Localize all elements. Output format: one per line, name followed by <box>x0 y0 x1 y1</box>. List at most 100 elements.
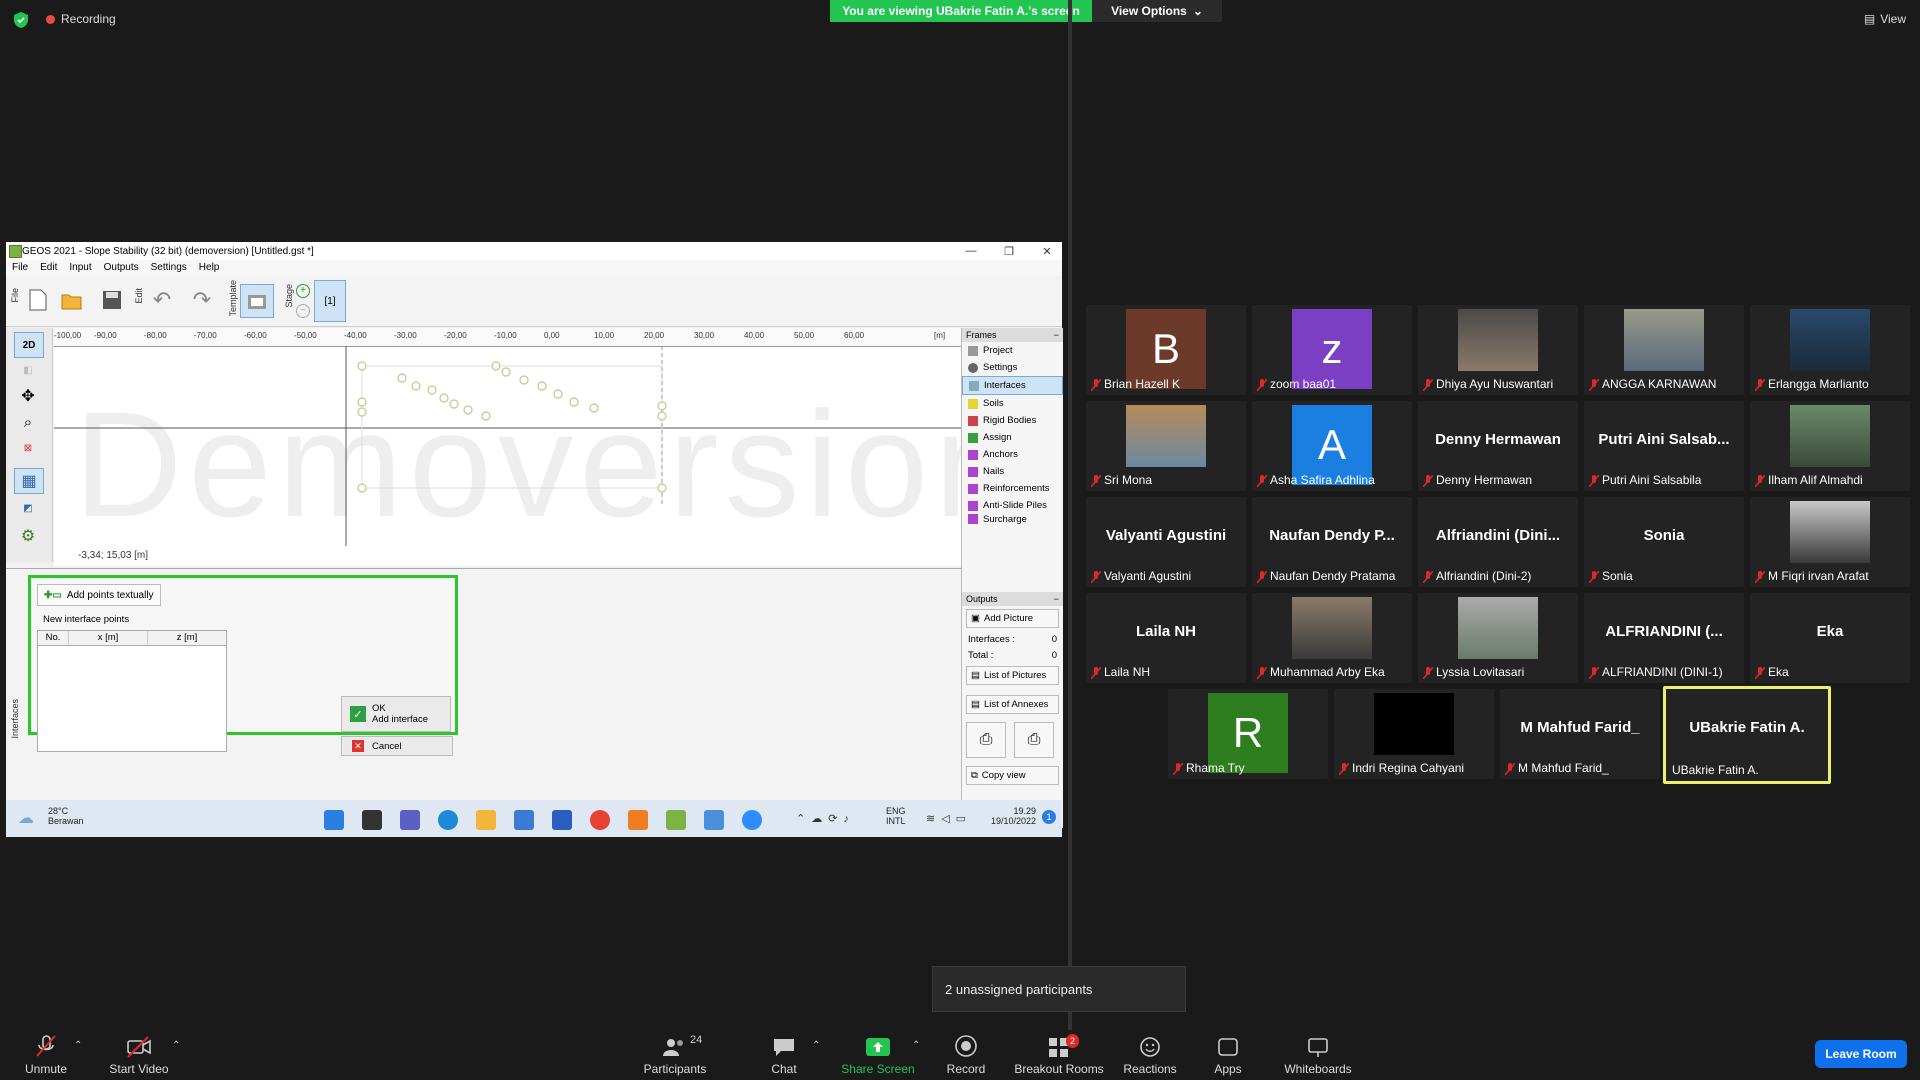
apps-button[interactable]: Apps <box>1200 1030 1256 1080</box>
geos-taskbar-icon[interactable] <box>666 810 686 830</box>
participant-tile[interactable]: Eka Eka <box>1750 593 1910 683</box>
chrome-icon[interactable] <box>590 810 610 830</box>
minimize-button[interactable]: — <box>952 242 990 260</box>
share-screen-button[interactable]: Share Screen <box>840 1030 916 1080</box>
view-3d-button[interactable]: ◧ <box>14 358 42 382</box>
participant-tile[interactable]: ALFRIANDINI (... ALFRIANDINI (DINI-1) <box>1584 593 1744 683</box>
open-file-button[interactable] <box>56 284 88 316</box>
clock[interactable]: 19.29 19/10/2022 <box>986 806 1036 826</box>
participant-tile[interactable]: Putri Aini Salsab... Putri Aini Salsabila <box>1584 401 1744 491</box>
ok-add-interface-button[interactable]: ✓ OK Add interface <box>341 696 451 732</box>
print-preview-button[interactable]: ⎙ <box>1014 722 1054 758</box>
drawing-canvas[interactable]: -100,00 -90,00 -80,00 -70,00 -60,00 -50,… <box>54 328 962 566</box>
recording-indicator[interactable]: Recording <box>46 12 116 26</box>
list-annexes-button[interactable]: ▤ List of Annexes <box>966 695 1059 714</box>
view-options-button[interactable]: View Options ⌄ <box>1092 0 1222 22</box>
frame-interfaces[interactable]: Interfaces <box>962 376 1063 395</box>
col-x[interactable]: x [m] <box>69 631 148 645</box>
move-button[interactable]: ✥ <box>14 384 42 408</box>
chat-options-chevron-icon[interactable]: ⌃ <box>812 1040 820 1051</box>
participant-tile[interactable]: Indri Regina Cahyani <box>1334 689 1494 779</box>
app-icon[interactable] <box>552 810 572 830</box>
menu-help[interactable]: Help <box>193 260 226 276</box>
menu-edit[interactable]: Edit <box>34 260 63 276</box>
language-indicator[interactable]: ENG INTL <box>886 806 906 826</box>
start-video-button[interactable]: Start Video <box>104 1030 174 1080</box>
app-icon-orange[interactable] <box>628 810 648 830</box>
copy-view-button[interactable]: ⧉ Copy view <box>966 766 1059 785</box>
participant-tile-active-speaker[interactable]: UBakrie Fatin A. UBakrie Fatin A. <box>1663 686 1831 784</box>
frame-project[interactable]: Project <box>962 342 1063 359</box>
edge-icon[interactable] <box>438 810 458 830</box>
participant-tile[interactable]: ANGGA KARNAWAN <box>1584 305 1744 395</box>
participant-tile[interactable]: Sonia Sonia <box>1584 497 1744 587</box>
participant-tile[interactable]: Naufan Dendy P... Naufan Dendy Pratama <box>1252 497 1412 587</box>
print-button[interactable]: ⎙ <box>966 722 1006 758</box>
settings-button[interactable]: ⚙ <box>14 524 42 548</box>
participant-tile[interactable]: Valyanti Agustini Valyanti Agustini <box>1086 497 1246 587</box>
properties-button[interactable]: ◩ <box>14 496 42 520</box>
participant-tile[interactable]: Laila NH Laila NH <box>1086 593 1246 683</box>
view-2d-button[interactable]: 2D <box>14 332 44 358</box>
frame-anti-slide-piles[interactable]: Anti-Slide Piles <box>962 497 1063 514</box>
frame-nails[interactable]: Nails <box>962 463 1063 480</box>
interface-points-table[interactable]: No. x [m] z [m] <box>37 630 227 752</box>
task-view-icon[interactable] <box>362 810 382 830</box>
save-button[interactable] <box>96 284 128 316</box>
breakout-rooms-button[interactable]: Breakout Rooms <box>1012 1030 1106 1080</box>
menu-settings[interactable]: Settings <box>145 260 193 276</box>
mail-icon[interactable] <box>514 810 534 830</box>
notification-badge[interactable]: 1 <box>1042 810 1056 824</box>
start-icon[interactable] <box>324 810 344 830</box>
system-tray-icons[interactable]: ⌃☁⟳♪ <box>796 812 855 825</box>
frame-reinforcements[interactable]: Reinforcements <box>962 480 1063 497</box>
teams-chat-icon[interactable] <box>400 810 420 830</box>
reactions-button[interactable]: Reactions <box>1120 1030 1180 1080</box>
audio-options-chevron-icon[interactable]: ⌃ <box>74 1040 82 1051</box>
participant-tile[interactable]: M Mahfud Farid_ M Mahfud Farid_ <box>1500 689 1660 779</box>
participant-tile[interactable]: Erlangga Marlianto <box>1750 305 1910 395</box>
unmute-button[interactable]: Unmute <box>18 1030 74 1080</box>
weather-widget[interactable]: 28°C Berawan <box>48 806 84 826</box>
participant-tile[interactable]: Dhiya Ayu Nuswantari <box>1418 305 1578 395</box>
frame-rigid-bodies[interactable]: Rigid Bodies <box>962 412 1063 429</box>
stage-1-button[interactable]: [1] <box>314 280 346 322</box>
close-button[interactable]: ✕ <box>1028 242 1066 260</box>
menu-outputs[interactable]: Outputs <box>98 260 145 276</box>
whiteboards-button[interactable]: Whiteboards <box>1278 1030 1358 1080</box>
participant-tile[interactable]: A Asha Safira Adhlina <box>1252 401 1412 491</box>
participant-tile[interactable]: Ilham Alif Almahdi <box>1750 401 1910 491</box>
chat-button[interactable]: Chat <box>756 1030 812 1080</box>
collapse-icon[interactable]: − <box>1054 328 1059 342</box>
list-pictures-button[interactable]: ▤ List of Pictures <box>966 666 1059 685</box>
weather-icon[interactable]: ☁ <box>18 808 34 828</box>
undo-button[interactable]: ↶ <box>146 284 178 316</box>
add-points-textually-button[interactable]: ✚▭ Add points textually <box>37 584 161 606</box>
frame-soils[interactable]: Soils <box>962 395 1063 412</box>
split-divider[interactable] <box>1068 0 1072 1030</box>
col-z[interactable]: z [m] <box>148 631 226 645</box>
add-picture-button[interactable]: ▣ Add Picture <box>966 609 1059 628</box>
col-no[interactable]: No. <box>38 631 69 645</box>
network-sound-battery-icons[interactable]: ≋◁▭ <box>926 812 972 825</box>
add-stage-button[interactable]: + <box>296 284 310 298</box>
app-icon-blue[interactable] <box>704 810 724 830</box>
table-button[interactable]: ▦ <box>14 468 44 494</box>
new-file-button[interactable] <box>22 284 54 316</box>
frame-assign[interactable]: Assign <box>962 429 1063 446</box>
record-button[interactable]: Record <box>936 1030 996 1080</box>
zoom-extent-button[interactable]: ⊠ <box>14 436 42 460</box>
restore-button[interactable]: ❐ <box>990 242 1028 260</box>
collapse-icon[interactable]: − <box>1054 592 1059 606</box>
participant-tile[interactable]: Denny Hermawan Denny Hermawan <box>1418 401 1578 491</box>
participant-tile[interactable]: M Fiqri irvan Arafat <box>1750 497 1910 587</box>
zoom-taskbar-icon[interactable] <box>742 810 762 830</box>
menu-file[interactable]: File <box>6 260 34 276</box>
share-options-chevron-icon[interactable]: ⌃ <box>912 1040 920 1051</box>
participant-tile[interactable]: B Brian Hazell K <box>1086 305 1246 395</box>
zoom-button[interactable]: ⌕ <box>14 410 42 434</box>
template-button[interactable] <box>240 284 274 318</box>
frame-anchors[interactable]: Anchors <box>962 446 1063 463</box>
frame-surcharge[interactable]: Surcharge <box>962 514 1063 524</box>
menu-input[interactable]: Input <box>63 260 97 276</box>
